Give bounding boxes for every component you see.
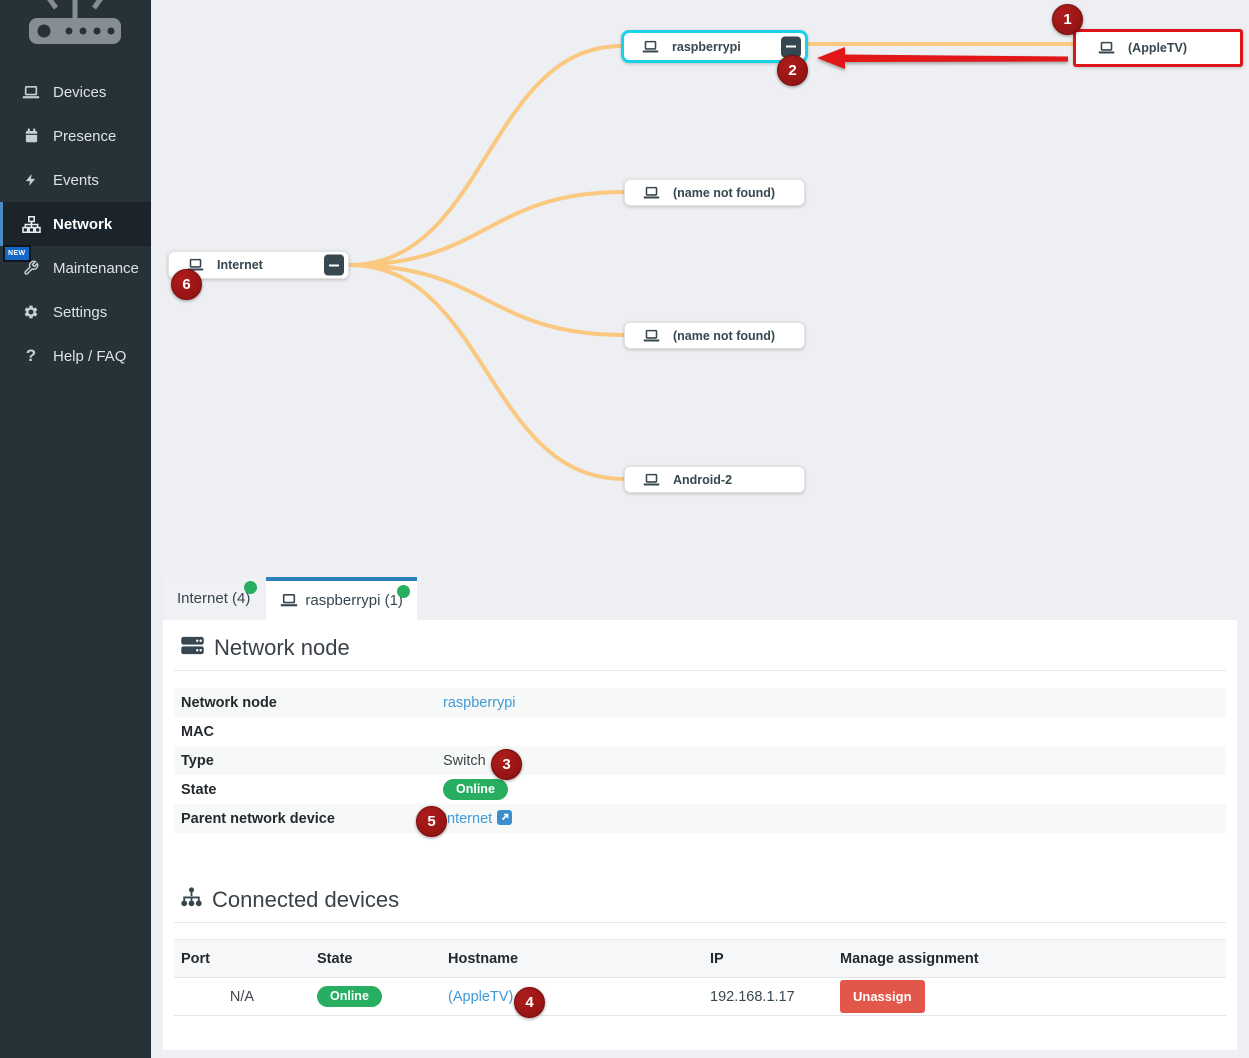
node-label: Internet: [217, 258, 263, 272]
sidebar-item-events[interactable]: Events: [0, 158, 151, 202]
topology-node-appletv[interactable]: (AppleTV): [1073, 29, 1243, 67]
divider: [174, 670, 1226, 671]
sidebar-item-settings[interactable]: Settings: [0, 290, 151, 334]
gear-icon: [21, 304, 41, 320]
divider: [174, 922, 1226, 923]
network-node-section-title: Network node: [180, 635, 1237, 661]
tab-internet[interactable]: Internet (4): [163, 577, 264, 620]
tab-raspberrypi[interactable]: raspberrypi (1): [266, 577, 417, 620]
column-header-port: Port: [174, 951, 310, 967]
laptop-icon: [1098, 41, 1115, 55]
detail-row: Parent network device Internet: [174, 804, 1226, 833]
detail-label: Parent network device: [174, 811, 443, 827]
topology-node-raspberrypi[interactable]: raspberrypi: [621, 30, 808, 63]
node-label: (AppleTV): [1128, 41, 1187, 55]
hostname-link[interactable]: (AppleTV): [448, 989, 513, 1005]
table-row: N/A Online (AppleTV) 192.168.1.17 Unassi…: [174, 978, 1226, 1016]
network-topology: Internet raspberrypi (name not found) (n…: [151, 0, 1249, 577]
annotation-2: 2: [777, 55, 808, 86]
server-icon: [180, 635, 205, 661]
sidebar-nav: Devices Presence Events Network Maintena…: [0, 70, 151, 378]
laptop-icon: [643, 329, 660, 343]
detail-row: Type Switch: [174, 746, 1226, 775]
calendar-icon: [21, 128, 41, 144]
node-label: (name not found): [673, 329, 775, 343]
external-link-icon[interactable]: [497, 810, 512, 825]
column-header-ip: IP: [703, 951, 833, 967]
sidebar-item-help[interactable]: ? Help / FAQ: [0, 334, 151, 378]
section-title-text: Connected devices: [212, 887, 399, 913]
laptop-icon: [643, 473, 660, 487]
sidebar-item-label: Events: [53, 172, 99, 189]
tab-label: Internet (4): [177, 590, 250, 607]
parent-device-link[interactable]: Internet: [443, 811, 492, 827]
unassign-button[interactable]: Unassign: [840, 980, 925, 1013]
annotation-6: 6: [171, 269, 202, 300]
detail-tabs: Internet (4) raspberrypi (1): [163, 577, 419, 620]
ip-value: 192.168.1.17: [703, 989, 833, 1005]
online-dot: [244, 581, 257, 594]
topology-node-unknown-2[interactable]: (name not found): [624, 322, 805, 349]
sidebar: Devices Presence Events Network Maintena…: [0, 0, 151, 1058]
sidebar-item-label: Network: [53, 216, 112, 233]
red-arrow: [817, 47, 1068, 69]
router-logo-icon: [25, 0, 125, 51]
tab-label: raspberrypi (1): [305, 592, 403, 609]
annotation-4: 4: [514, 987, 545, 1018]
online-dot: [397, 585, 410, 598]
detail-row: State Online: [174, 775, 1226, 804]
laptop-icon: [280, 593, 298, 608]
table-header-row: Port State Hostname IP Manage assignment: [174, 939, 1226, 978]
new-badge: NEW: [3, 245, 31, 262]
detail-label: MAC: [174, 724, 443, 740]
node-label: Android-2: [673, 473, 732, 487]
sidebar-item-label: Help / FAQ: [53, 348, 126, 365]
state-online-badge: Online: [443, 779, 508, 800]
detail-label: Type: [174, 753, 443, 769]
type-value: Switch: [443, 753, 486, 769]
sidebar-item-label: Presence: [53, 128, 116, 145]
state-online-badge: Online: [317, 986, 382, 1007]
sitemap-icon: [21, 216, 41, 233]
connected-devices-table: Port State Hostname IP Manage assignment…: [174, 939, 1226, 1016]
column-header-state: State: [310, 951, 441, 967]
node-label: raspberrypi: [672, 40, 741, 54]
detail-label: Network node: [174, 695, 443, 711]
detail-label: State: [174, 782, 443, 798]
laptop-icon: [642, 40, 659, 54]
collapse-minus-icon[interactable]: [324, 255, 344, 276]
column-header-manage: Manage assignment: [833, 951, 1226, 967]
sidebar-item-devices[interactable]: Devices: [0, 70, 151, 114]
connected-devices-section-title: Connected devices: [180, 887, 1237, 913]
detail-panel: Network node Network node raspberrypi MA…: [163, 620, 1237, 1050]
laptop-icon: [21, 85, 41, 100]
annotation-3: 3: [491, 749, 522, 780]
port-value: N/A: [174, 989, 310, 1005]
sidebar-item-network[interactable]: Network: [0, 202, 151, 246]
bolt-icon: [21, 172, 41, 188]
detail-row: Network node raspberrypi: [174, 688, 1226, 717]
network-node-link[interactable]: raspberrypi: [443, 695, 516, 711]
network-node-details: Network node raspberrypi MAC Type Switch…: [174, 688, 1226, 833]
annotation-1: 1: [1052, 4, 1083, 35]
topology-node-unknown-1[interactable]: (name not found): [624, 179, 805, 206]
question-icon: ?: [21, 346, 41, 366]
node-label: (name not found): [673, 186, 775, 200]
column-header-hostname: Hostname: [441, 951, 703, 967]
sidebar-item-label: Settings: [53, 304, 107, 321]
topology-node-android-2[interactable]: Android-2: [624, 466, 805, 493]
sidebar-item-label: Devices: [53, 84, 106, 101]
hierarchy-icon: [180, 887, 203, 913]
laptop-icon: [643, 186, 660, 200]
detail-row: MAC: [174, 717, 1226, 746]
annotation-5: 5: [416, 806, 447, 837]
collapse-minus-icon[interactable]: [781, 36, 801, 57]
section-title-text: Network node: [214, 635, 350, 661]
sidebar-item-label: Maintenance: [53, 260, 139, 277]
sidebar-item-presence[interactable]: Presence: [0, 114, 151, 158]
wrench-icon: [21, 260, 41, 276]
